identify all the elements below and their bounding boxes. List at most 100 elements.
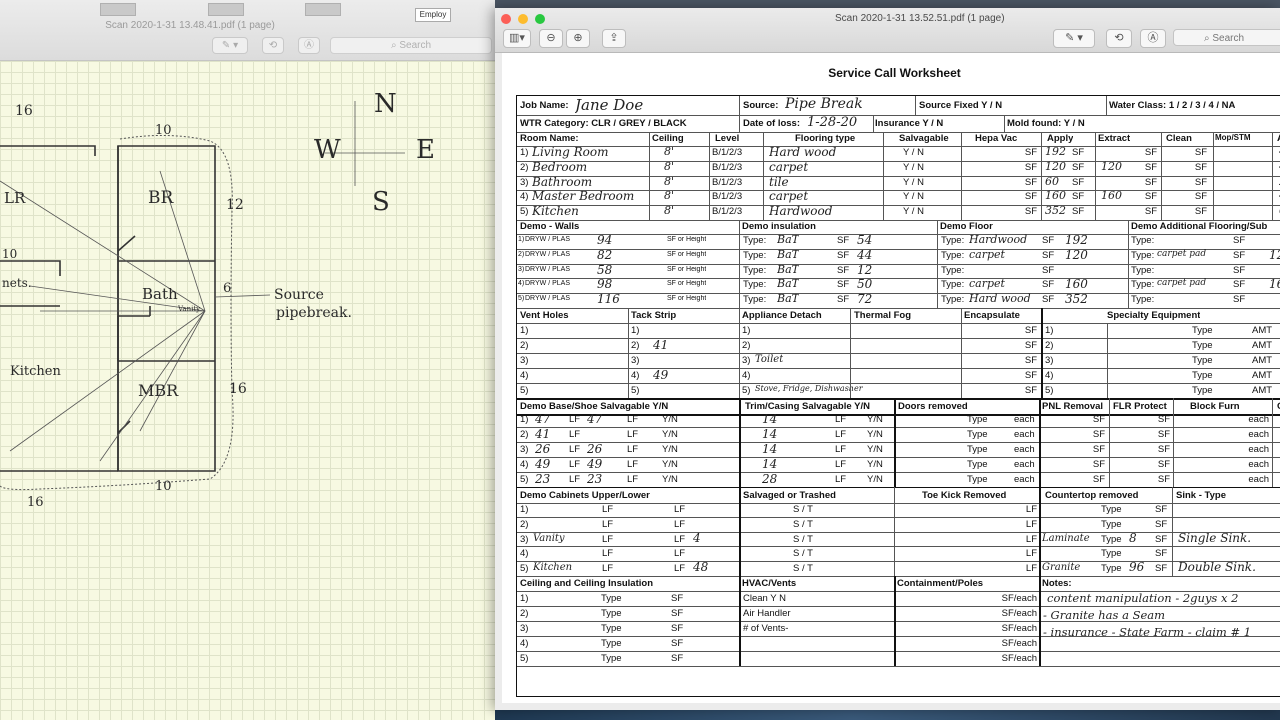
- thumbnail[interactable]: [208, 3, 244, 16]
- back-preview-window[interactable]: Employ Scan 2020-1-31 13.48.41.pdf (1 pa…: [0, 0, 495, 720]
- minimize-button[interactable]: [518, 14, 528, 24]
- rotate-icon[interactable]: ⟲: [262, 37, 284, 54]
- base-value: 41: [535, 427, 551, 441]
- sf-unit: SF: [1233, 249, 1246, 261]
- insulation-type: BaT: [777, 292, 799, 306]
- insulation-value: 50: [857, 277, 873, 292]
- floor-type: carpet: [969, 247, 1005, 261]
- col-header: Countertop removed: [1045, 490, 1139, 501]
- insulation-type: BaT: [777, 247, 799, 261]
- base-row: 4) 49 LF 49 LF Y/N 14 LF Y/N Type each SF SF each: [517, 457, 1280, 473]
- room-label: Bath: [142, 285, 178, 303]
- thumbnail[interactable]: [100, 3, 136, 16]
- col-header: Ceiling and Ceiling Insulation: [520, 578, 654, 589]
- apply-value: 60: [1045, 174, 1059, 188]
- front-window-toolbar: Scan 2020-1-31 13.52.51.pdf (1 page) ▥▾ …: [495, 8, 1280, 53]
- sf-unit: SF: [671, 623, 684, 634]
- yn-label: Y/N: [867, 429, 883, 440]
- zoom-in-icon[interactable]: ⊕: [566, 29, 590, 48]
- salvaged-trashed: S / T: [793, 518, 813, 530]
- base-value: 23: [535, 472, 551, 486]
- row-number: 1): [520, 504, 529, 515]
- sf-unit: SF: [1024, 340, 1037, 351]
- sf-unit: SF: [1092, 444, 1105, 455]
- thumbnail-label[interactable]: Employ: [415, 8, 451, 22]
- insulation-type: BaT: [777, 262, 799, 276]
- sf-unit: SF: [1233, 279, 1246, 291]
- dimension-label: 10: [155, 479, 172, 494]
- col-header: Hepa Vac: [975, 133, 1018, 144]
- markup-pen-icon[interactable]: ✎ ▾: [1053, 29, 1095, 48]
- markup-pen-icon[interactable]: ✎ ▾: [212, 37, 248, 54]
- col-header: Specialty Equipment: [1107, 310, 1201, 321]
- salvaged-trashed: S / T: [793, 548, 813, 560]
- ceiling-value: 8': [664, 159, 675, 173]
- sf-unit: SF: [1157, 444, 1170, 455]
- lf-unit: LF: [602, 563, 614, 575]
- zoom-out-icon[interactable]: ⊖: [539, 29, 563, 48]
- type-label: Type:: [941, 264, 965, 276]
- annotate-icon[interactable]: Ⓐ: [298, 37, 320, 54]
- water-class: Water Class: 1 / 2 / 3 / 4 / NA: [1109, 100, 1236, 111]
- room-label: LR: [4, 189, 26, 207]
- tack-value: 49: [653, 368, 669, 382]
- yn-label: Y/N: [867, 459, 883, 470]
- type-label: Type: [967, 474, 988, 485]
- yn-label: Y/N: [662, 459, 678, 470]
- col-header: Demo Cabinets Upper/Lower: [520, 490, 650, 501]
- row-number: 3): [1045, 355, 1054, 366]
- sidebar-icon[interactable]: ▥▾: [503, 29, 531, 48]
- sf-unit: SF: [671, 593, 684, 604]
- sf-each: SF/each: [1001, 653, 1037, 664]
- col-header: Salvagable: [899, 133, 949, 144]
- row-number: 4): [520, 370, 529, 381]
- front-preview-window[interactable]: Scan 2020-1-31 13.52.51.pdf (1 page) ▥▾ …: [495, 8, 1280, 710]
- back-window-toolbar: Employ Scan 2020-1-31 13.48.41.pdf (1 pa…: [0, 0, 495, 61]
- apply-value: 352: [1045, 204, 1066, 218]
- type-label: Type: [1101, 504, 1122, 515]
- share-icon[interactable]: ⇪: [602, 29, 626, 48]
- type-label: Type: [1192, 340, 1213, 351]
- wall-value: 116: [597, 292, 620, 307]
- countertop-sf: 96: [1129, 560, 1145, 575]
- annotate-icon[interactable]: Ⓐ: [1140, 29, 1166, 48]
- close-button[interactable]: [501, 14, 511, 24]
- room-name: Bathroom: [532, 174, 593, 189]
- rotate-icon[interactable]: ⟲: [1106, 29, 1132, 48]
- sink-type: Double Sink.: [1178, 560, 1256, 575]
- type-label: Type:: [941, 235, 965, 246]
- floor-type: carpet: [969, 277, 1005, 291]
- level-value: B/1/2/3: [712, 147, 743, 158]
- salvagable-value: Y / N: [903, 206, 924, 218]
- back-search-input[interactable]: ⌕ Search: [330, 37, 492, 54]
- sf-unit: SF: [1155, 518, 1168, 530]
- lf-unit: LF: [835, 474, 847, 485]
- dimension-label: 10: [2, 247, 18, 261]
- compass-east: E: [416, 135, 435, 165]
- room-row: 4) Master Bedroom 8' B/1/2/3 carpet Y / N SF 16…: [517, 189, 1280, 207]
- col-header: Vent Holes: [520, 310, 569, 321]
- room-name: Living Room: [532, 145, 609, 159]
- ceiling-row: 2) Type SF Air Handler SF/each: [517, 606, 1280, 622]
- room-label: nets.: [2, 276, 32, 290]
- zoom-button[interactable]: [535, 14, 545, 24]
- col-header: Block Furn: [1190, 401, 1240, 412]
- front-search-input[interactable]: ⌕ Search: [1173, 29, 1280, 46]
- apply-unit: SF: [1072, 191, 1085, 203]
- yn-label: Y/N: [662, 444, 678, 455]
- row-number: 5): [520, 653, 529, 664]
- floor-value: 192: [1065, 233, 1088, 247]
- tack-value: 41: [653, 338, 669, 352]
- divider: [1039, 576, 1041, 666]
- type-label: Type: [1101, 563, 1122, 575]
- sf-unit: SF: [837, 279, 850, 291]
- sf-unit: SF: [1155, 504, 1168, 515]
- thumbnail[interactable]: [305, 3, 341, 16]
- wall-value: 58: [597, 262, 613, 277]
- wall-value: 82: [597, 247, 613, 262]
- type-label: Type: [1192, 355, 1213, 366]
- vents-row: 2) 2) 41 2) SF 2) Type AMT: [517, 338, 1280, 354]
- divider: [739, 576, 741, 666]
- level-value: B/1/2/3: [712, 161, 743, 173]
- col-header: Apply: [1047, 133, 1074, 144]
